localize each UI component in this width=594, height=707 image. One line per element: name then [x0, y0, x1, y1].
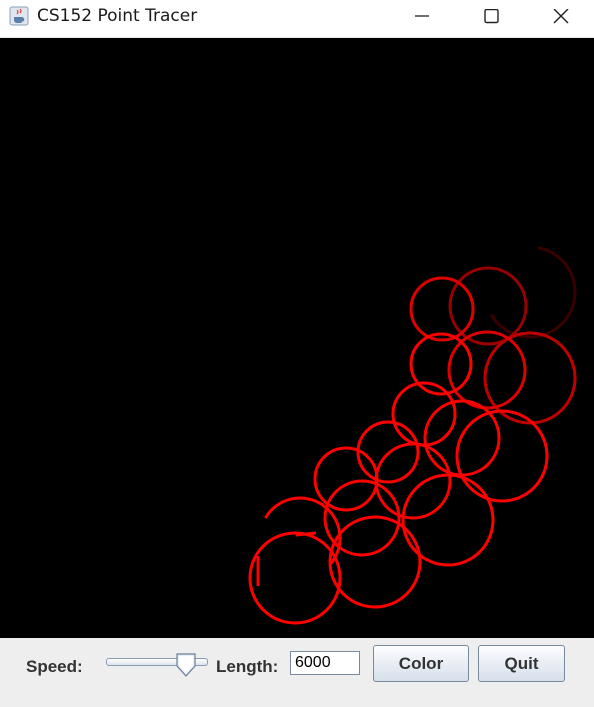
trace-tail — [295, 531, 317, 537]
trace-loop — [455, 409, 549, 503]
maximize-button[interactable] — [460, 0, 522, 37]
trace-loop — [328, 515, 422, 609]
close-icon — [553, 9, 569, 24]
trace-loop — [489, 246, 577, 339]
speed-label: Speed: — [26, 657, 83, 676]
maximize-icon — [484, 9, 499, 24]
minimize-icon — [415, 15, 429, 17]
speed-slider[interactable] — [104, 650, 210, 680]
trace-loop — [483, 331, 577, 425]
slider-thumb[interactable] — [175, 652, 197, 678]
length-label: Length: — [216, 657, 279, 676]
trace-loop — [409, 276, 475, 342]
trace-loop — [248, 531, 342, 625]
control-panel: Speed: Length: Color Quit — [0, 638, 594, 707]
trace-loop — [409, 332, 473, 396]
length-field[interactable] — [290, 651, 360, 675]
quit-button[interactable]: Quit — [478, 645, 565, 682]
java-cup-icon[interactable] — [9, 6, 29, 26]
color-button[interactable]: Color — [373, 645, 469, 682]
window-title: CS152 Point Tracer — [37, 6, 198, 26]
minimize-button[interactable] — [390, 0, 452, 37]
title-bar[interactable]: CS152 Point Tracer — [0, 0, 594, 38]
point-trace-drawing — [248, 246, 577, 625]
trace-canvas[interactable] — [0, 38, 594, 638]
trace-loop — [313, 446, 379, 512]
close-button[interactable] — [530, 0, 592, 37]
